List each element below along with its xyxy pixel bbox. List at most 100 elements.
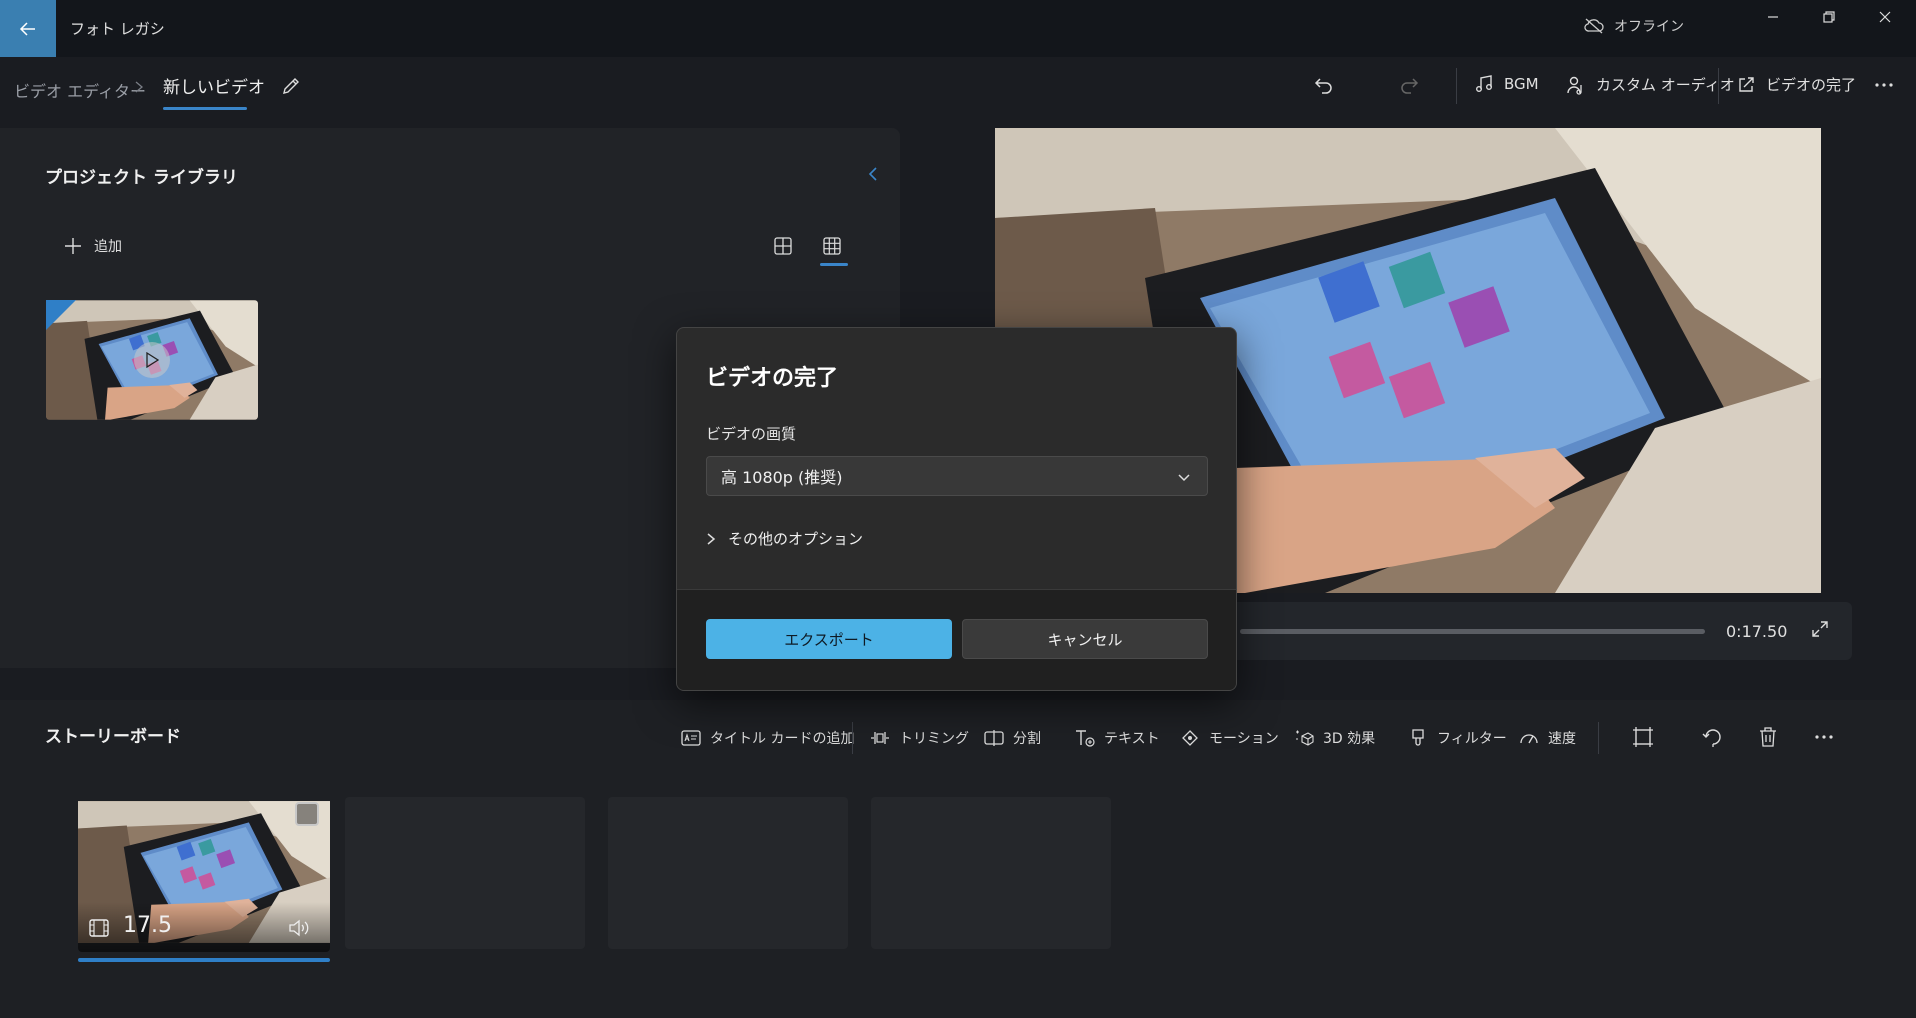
3d-effects-label: 3D 効果 <box>1323 731 1376 747</box>
storyboard-divider <box>1598 722 1599 754</box>
large-thumbnails-button[interactable] <box>773 236 793 256</box>
toolbar-divider <box>1718 68 1719 104</box>
chevron-down-icon <box>1178 474 1190 482</box>
rotate-button[interactable] <box>1702 726 1724 748</box>
chevron-left-icon <box>868 167 877 181</box>
breadcrumb-underline <box>163 107 247 110</box>
storyboard-more-button[interactable] <box>1813 726 1835 748</box>
minimize-icon <box>1768 16 1778 18</box>
minimize-button[interactable] <box>1745 0 1801 34</box>
delete-button[interactable] <box>1757 726 1779 748</box>
music-note-icon <box>1476 75 1492 92</box>
storyboard-clip[interactable] <box>78 792 330 952</box>
speed-gauge-icon <box>1520 734 1538 744</box>
more-options-expander[interactable]: その他のオプション <box>706 528 863 549</box>
empty-clip-slot <box>871 797 1111 949</box>
split-label: 分割 <box>1013 731 1041 747</box>
more-horizontal-icon <box>1815 735 1833 739</box>
total-time: 0:17.50 <box>1726 622 1788 641</box>
motion-button[interactable]: モーション <box>1180 728 1279 748</box>
clip-duration: 17.5 <box>123 913 172 938</box>
empty-clip-slot <box>608 797 848 949</box>
clip-select-checkbox[interactable] <box>295 802 319 826</box>
person-audio-icon <box>1567 76 1582 95</box>
text-add-icon <box>1076 730 1095 747</box>
pencil-icon <box>283 78 299 94</box>
title-card-icon <box>681 730 701 746</box>
split-icon <box>984 730 1004 746</box>
trim-icon <box>871 732 889 744</box>
chevron-right-icon <box>707 532 716 545</box>
filter-brush-icon <box>1412 729 1424 746</box>
rotate-icon <box>1702 729 1721 747</box>
volume-icon[interactable] <box>288 918 312 938</box>
small-thumbnails-button[interactable] <box>822 236 842 256</box>
3d-effects-icon <box>1296 730 1314 746</box>
trim-button[interactable]: トリミング <box>870 728 969 748</box>
close-button[interactable] <box>1857 0 1913 34</box>
breadcrumb-video-editor[interactable]: ビデオ エディター <box>14 78 146 102</box>
add-title-card-button[interactable]: タイトル カードの追加 <box>681 728 854 748</box>
trim-label: トリミング <box>899 731 969 747</box>
3d-effects-button[interactable]: 3D 効果 <box>1294 728 1375 748</box>
text-label: テキスト <box>1104 731 1160 747</box>
app-title: フォト レガシ <box>70 20 165 38</box>
bgm-label: BGM <box>1504 75 1539 93</box>
add-title-card-label: タイトル カードの追加 <box>710 731 855 747</box>
grid-small-icon <box>823 237 841 255</box>
expand-icon <box>1812 621 1828 637</box>
library-title: プロジェクト ライブラリ <box>45 168 238 188</box>
film-icon <box>88 917 110 939</box>
restore-button[interactable] <box>1801 0 1857 34</box>
library-video-thumbnail[interactable] <box>46 300 258 420</box>
fullscreen-button[interactable] <box>1810 619 1830 639</box>
play-icon <box>146 352 159 368</box>
resize-button[interactable] <box>1632 726 1654 748</box>
export-button[interactable]: エクスポート <box>706 619 952 659</box>
more-options-button[interactable] <box>1873 74 1895 96</box>
storyboard-title: ストーリーボード <box>45 727 181 747</box>
collapse-library-button[interactable] <box>866 165 880 183</box>
add-media-button[interactable]: 追加 <box>64 236 122 256</box>
motion-icon <box>1182 730 1198 746</box>
split-button[interactable]: 分割 <box>984 728 1041 748</box>
undo-button[interactable] <box>1313 74 1335 96</box>
video-quality-dropdown[interactable]: 高 1080p (推奨) <box>706 456 1208 496</box>
undo-icon <box>1314 78 1332 94</box>
crop-resize-icon <box>1633 727 1653 747</box>
more-options-label: その他のオプション <box>728 530 864 548</box>
rename-button[interactable] <box>280 75 302 97</box>
custom-audio-button[interactable]: カスタム オーディオ <box>1566 74 1735 95</box>
storyboard-divider <box>852 722 853 754</box>
add-label: 追加 <box>94 239 122 255</box>
breadcrumb-current-project: 新しいビデオ <box>163 78 265 98</box>
cancel-button[interactable]: キャンセル <box>962 619 1208 659</box>
play-overlay <box>134 342 170 378</box>
more-horizontal-icon <box>1875 83 1893 87</box>
bgm-button[interactable]: BGM <box>1474 74 1539 94</box>
speed-label: 速度 <box>1548 731 1576 747</box>
seek-track[interactable] <box>1240 629 1705 634</box>
chevron-right-icon <box>134 80 144 94</box>
custom-audio-label: カスタム オーディオ <box>1596 76 1735 94</box>
dialog-title: ビデオの完了 <box>706 366 839 391</box>
cloud-offline-icon <box>1584 18 1604 34</box>
filters-button[interactable]: フィルター <box>1408 728 1507 748</box>
filters-label: フィルター <box>1437 731 1507 747</box>
redo-icon <box>1401 78 1419 94</box>
redo-button[interactable] <box>1398 74 1420 96</box>
empty-clip-slot <box>345 797 585 949</box>
finish-video-button[interactable]: ビデオの完了 <box>1736 74 1856 95</box>
back-button[interactable] <box>0 0 56 57</box>
grid-large-icon <box>774 237 792 255</box>
clip-selected-indicator <box>78 958 330 962</box>
plus-icon <box>65 238 81 254</box>
share-export-icon <box>1739 76 1754 92</box>
text-button[interactable]: テキスト <box>1075 728 1160 748</box>
offline-status[interactable]: オフライン <box>1584 16 1684 36</box>
speed-button[interactable]: 速度 <box>1519 728 1576 748</box>
arrow-left-icon <box>19 21 35 36</box>
motion-label: モーション <box>1209 731 1279 747</box>
finish-video-label: ビデオの完了 <box>1766 76 1857 94</box>
video-quality-label: ビデオの画質 <box>706 425 797 443</box>
